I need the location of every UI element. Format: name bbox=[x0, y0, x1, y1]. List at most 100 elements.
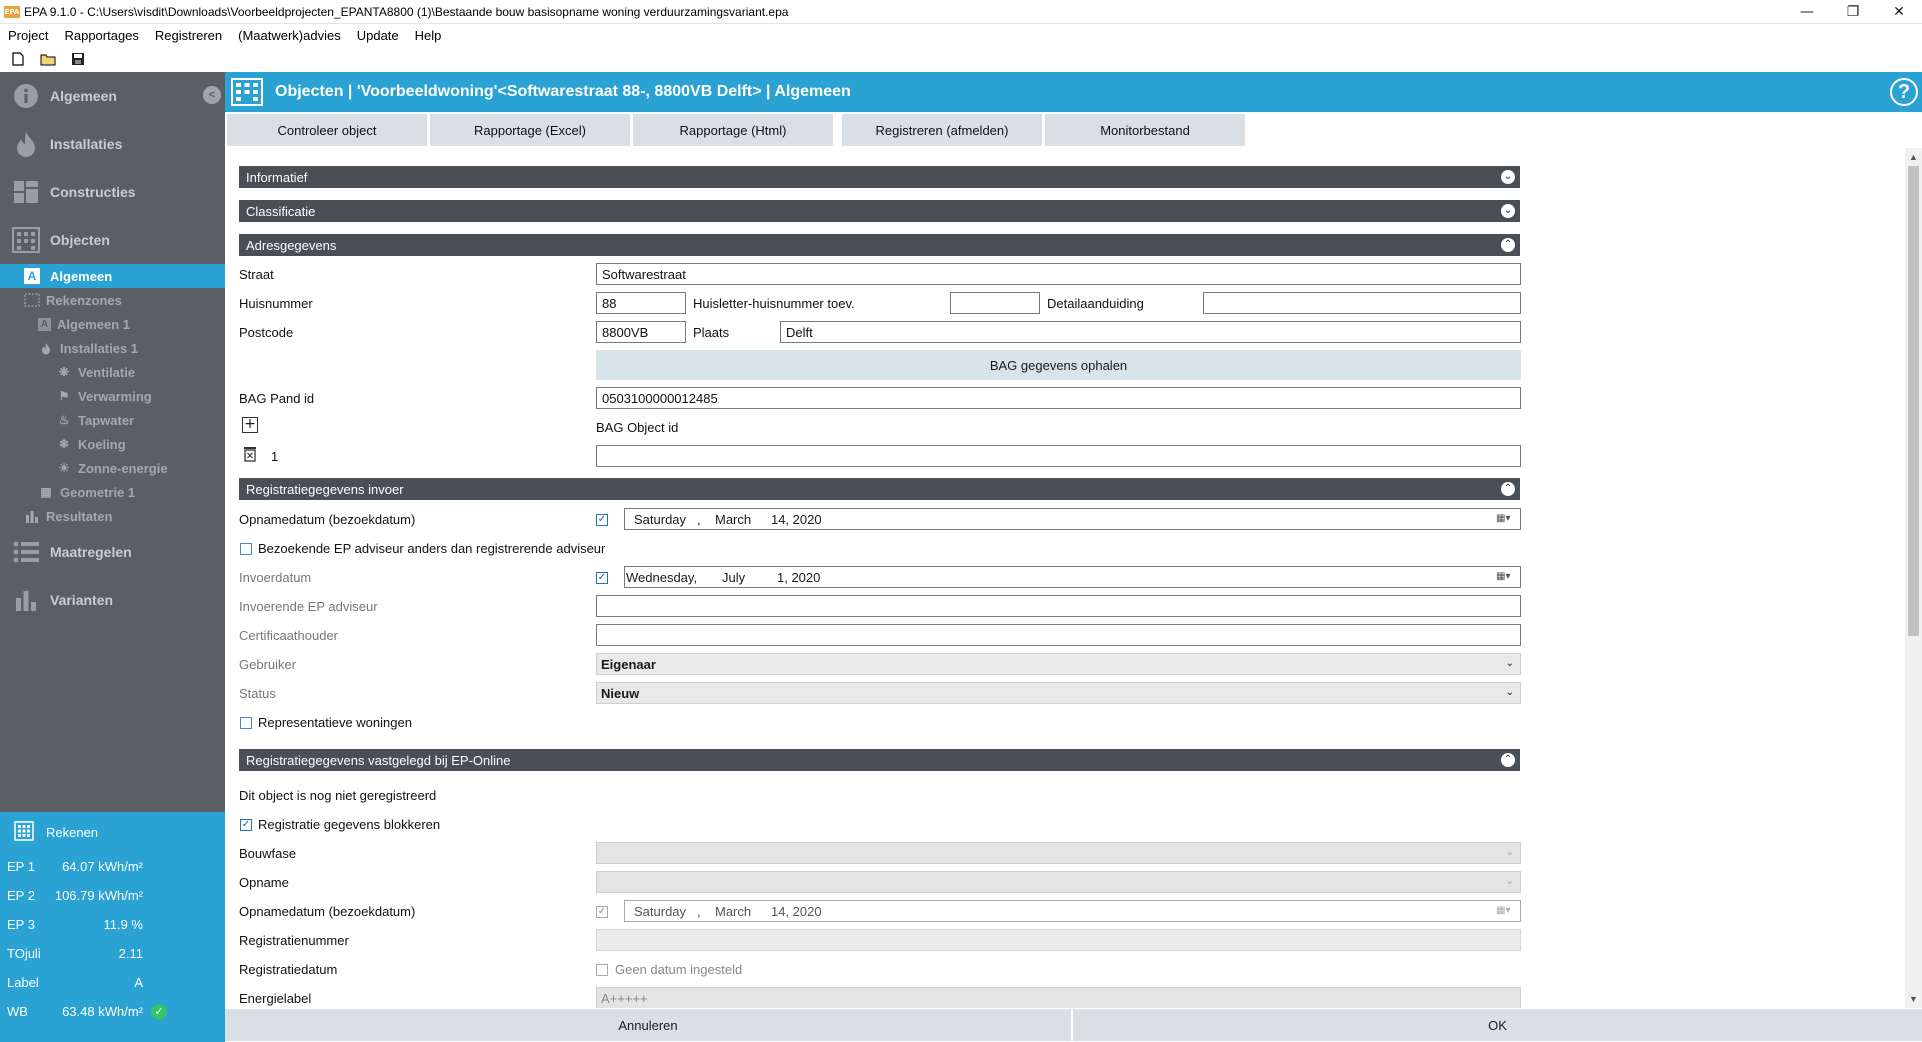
scroll-down-icon[interactable]: ▼ bbox=[1908, 993, 1919, 1005]
add-icon[interactable]: + bbox=[242, 417, 258, 433]
menu-project[interactable]: Project bbox=[0, 28, 56, 43]
plaats-input[interactable]: Delft bbox=[780, 321, 1521, 343]
open-folder-icon[interactable] bbox=[40, 51, 56, 67]
ep-opnamedatum-checkbox[interactable]: ✓ bbox=[596, 906, 608, 918]
vertical-scrollbar[interactable]: ▲ ▼ bbox=[1905, 148, 1922, 1008]
grid-icon: ▦ bbox=[40, 485, 52, 499]
calendar-icon[interactable]: ▦▾ bbox=[1496, 571, 1516, 584]
restore-icon[interactable]: ❐ bbox=[1830, 0, 1876, 24]
sidebar-item-constructies[interactable]: Constructies bbox=[0, 168, 225, 216]
bezoekende-label: Bezoekende EP adviseur anders dan regist… bbox=[258, 541, 606, 556]
help-icon[interactable]: ? bbox=[1890, 78, 1918, 106]
monitorbestand-button[interactable]: Monitorbestand bbox=[1045, 114, 1245, 146]
detail-input[interactable] bbox=[1203, 292, 1521, 314]
geen-datum-checkbox[interactable] bbox=[596, 964, 608, 976]
opname-select[interactable]: ⌄ bbox=[596, 871, 1521, 893]
huisnummer-input[interactable]: 88 bbox=[596, 292, 686, 314]
registratienummer-input[interactable] bbox=[596, 929, 1521, 951]
stat-label-row: Label A bbox=[0, 968, 225, 997]
rapportage-excel-button[interactable]: Rapportage (Excel) bbox=[430, 114, 630, 146]
section-informatief[interactable]: Informatief ⌄ bbox=[239, 166, 1520, 188]
bag-object-input[interactable] bbox=[596, 445, 1521, 467]
opnamedatum-checkbox[interactable]: ✓ bbox=[596, 514, 608, 526]
bouwfase-select[interactable]: ⌄ bbox=[596, 842, 1521, 864]
sidebar-item-label: Ventilatie bbox=[78, 364, 136, 380]
invoerende-input[interactable] bbox=[596, 595, 1521, 617]
sidebar-item-installaties-1[interactable]: Installaties 1 bbox=[0, 336, 225, 360]
new-file-icon[interactable] bbox=[10, 51, 26, 67]
menu-maatwerkadvies[interactable]: (Maatwerk)advies bbox=[230, 28, 349, 43]
date-date: 14, 2020 bbox=[771, 512, 822, 527]
invoerdatum-label: Invoerdatum bbox=[239, 570, 312, 585]
blokkeren-checkbox[interactable]: ✓ bbox=[240, 819, 252, 831]
bag-pand-input[interactable]: 0503100000012485 bbox=[596, 387, 1521, 409]
scroll-thumb[interactable] bbox=[1908, 166, 1919, 636]
sidebar-item-algemeen[interactable]: Algemeen bbox=[0, 72, 225, 120]
chevron-down-icon[interactable]: ⌄ bbox=[1501, 170, 1515, 184]
opnamedatum-label: Opnamedatum (bezoekdatum) bbox=[239, 512, 416, 527]
annuleren-button[interactable]: Annuleren bbox=[225, 1009, 1071, 1041]
rekenen-button[interactable]: Rekenen bbox=[0, 812, 225, 852]
status-select[interactable]: Nieuw ⌄ bbox=[596, 682, 1521, 704]
menu-registreren[interactable]: Registreren bbox=[147, 28, 230, 43]
menu-help[interactable]: Help bbox=[407, 28, 450, 43]
postcode-input[interactable]: 8800VB bbox=[596, 321, 686, 343]
chevron-up-icon[interactable]: ⌃ bbox=[1501, 753, 1515, 767]
sidebar-item-maatregelen[interactable]: Maatregelen bbox=[0, 528, 225, 576]
toev-input[interactable] bbox=[950, 292, 1040, 314]
scroll-up-icon[interactable]: ▲ bbox=[1908, 151, 1919, 163]
chevron-up-icon[interactable]: ⌃ bbox=[1501, 482, 1515, 496]
close-icon[interactable]: ✕ bbox=[1876, 0, 1922, 24]
section-title: Informatief bbox=[246, 169, 308, 185]
section-adresgegevens[interactable]: Adresgegevens ⌃ bbox=[239, 234, 1520, 256]
sidebar-item-tapwater[interactable]: ♨ Tapwater bbox=[0, 408, 225, 432]
section-registratie-ep-online[interactable]: Registratiegegevens vastgelegd bij EP-On… bbox=[239, 749, 1520, 771]
chevron-up-icon[interactable]: ⌃ bbox=[1501, 238, 1515, 252]
ep-opnamedatum-picker[interactable]: Saturday , March 14, 2020 ▦▾ bbox=[624, 900, 1521, 922]
calendar-icon[interactable]: ▦▾ bbox=[1496, 905, 1516, 918]
menu-rapportages[interactable]: Rapportages bbox=[56, 28, 146, 43]
sidebar-item-installaties[interactable]: Installaties bbox=[0, 120, 225, 168]
delete-icon[interactable] bbox=[243, 446, 257, 465]
bar-chart-icon bbox=[24, 508, 40, 524]
sidebar-item-koeling[interactable]: ❄ Koeling bbox=[0, 432, 225, 456]
opnamedatum-picker[interactable]: Saturday , March 14, 2020 ▦▾ bbox=[624, 508, 1521, 530]
sidebar-item-geometrie-1[interactable]: ▦ Geometrie 1 bbox=[0, 480, 225, 504]
bag-ophalen-button[interactable]: BAG gegevens ophalen bbox=[596, 350, 1521, 380]
controleer-object-button[interactable]: Controleer object bbox=[227, 114, 427, 146]
date-month: March bbox=[715, 904, 752, 919]
bezoekende-checkbox[interactable] bbox=[240, 543, 252, 555]
sidebar-item-rekenzones[interactable]: Rekenzones bbox=[0, 288, 225, 312]
blocks-icon bbox=[12, 178, 40, 206]
chevron-down-icon[interactable]: ⌄ bbox=[1501, 204, 1515, 218]
energielabel-select[interactable]: A+++++ bbox=[596, 987, 1521, 1008]
representatief-checkbox[interactable] bbox=[240, 717, 252, 729]
sidebar-item-verwarming[interactable]: ⚑ Verwarming bbox=[0, 384, 225, 408]
minimize-icon[interactable]: — bbox=[1784, 0, 1830, 24]
invoerdatum-picker[interactable]: Wednesday, July 1, 2020 ▦▾ bbox=[624, 566, 1521, 588]
save-icon[interactable] bbox=[70, 51, 86, 67]
sidebar-item-varianten[interactable]: Varianten bbox=[0, 576, 225, 624]
sidebar-item-algemeen-1[interactable]: A Algemeen 1 bbox=[0, 312, 225, 336]
stat-value: A bbox=[134, 975, 143, 990]
section-registratie-invoer[interactable]: Registratiegegevens invoer ⌃ bbox=[239, 478, 1520, 500]
stat-ep1: EP 1 64.07 kWh/m² bbox=[0, 852, 225, 881]
collapse-sidebar-icon[interactable]: < bbox=[203, 86, 221, 104]
rapportage-html-button[interactable]: Rapportage (Html) bbox=[633, 114, 833, 146]
invoerdatum-checkbox[interactable]: ✓ bbox=[596, 572, 608, 584]
sidebar-item-ventilatie[interactable]: ❋ Ventilatie bbox=[0, 360, 225, 384]
section-classificatie[interactable]: Classificatie ⌄ bbox=[239, 200, 1520, 222]
registreren-button[interactable]: Registreren (afmelden) bbox=[842, 114, 1042, 146]
gebruiker-select[interactable]: Eigenaar ⌄ bbox=[596, 653, 1521, 675]
list-icon bbox=[12, 538, 40, 566]
sidebar-item-obj-algemeen[interactable]: A Algemeen bbox=[0, 264, 225, 288]
sidebar-item-zonne-energie[interactable]: ☀ Zonne-energie bbox=[0, 456, 225, 480]
certificaathouder-input[interactable] bbox=[596, 624, 1521, 646]
straat-input[interactable]: Softwarestraat bbox=[596, 263, 1521, 285]
menu-update[interactable]: Update bbox=[349, 28, 407, 43]
sidebar-item-resultaten[interactable]: Resultaten bbox=[0, 504, 225, 528]
ok-button[interactable]: OK bbox=[1073, 1009, 1922, 1041]
calendar-icon[interactable]: ▦▾ bbox=[1496, 513, 1516, 526]
sidebar-item-label: Algemeen bbox=[50, 88, 117, 104]
sidebar-item-objecten[interactable]: Objecten bbox=[0, 216, 225, 264]
